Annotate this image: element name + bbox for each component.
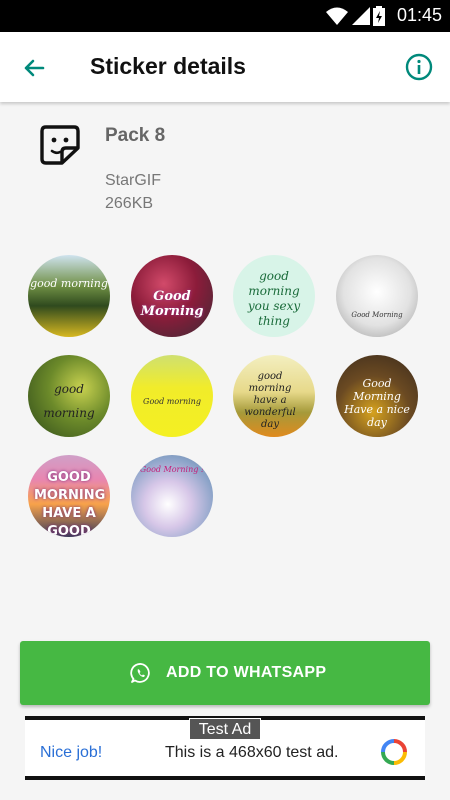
add-to-whatsapp-label: ADD TO WHATSAPP [166, 664, 327, 681]
sticker-9[interactable]: GOOD MORNING HAVE A GOOD DAY [28, 455, 110, 537]
pack-publisher: StarGIF [105, 172, 162, 189]
wifi-icon [326, 7, 348, 25]
sticker-4[interactable]: Good Morning [336, 255, 418, 337]
page-title: Sticker details [90, 53, 246, 79]
back-arrow-icon[interactable] [18, 52, 50, 84]
sticker-caption: GOOD MORNING HAVE A GOOD DAY [34, 470, 106, 537]
sticker-caption: good morning you sexy thing [247, 269, 301, 328]
ad-text: This is a 468x60 test ad. [165, 744, 339, 761]
sticker-pack-icon [40, 125, 80, 165]
sticker-10[interactable]: Good Morning ! [131, 455, 213, 537]
sticker-1[interactable]: good morning [28, 255, 110, 337]
whatsapp-icon [130, 663, 150, 683]
sticker-6[interactable]: Good morning [131, 355, 213, 437]
ad-logo-icon [381, 739, 407, 765]
sticker-3[interactable]: good morning you sexy thing [233, 255, 315, 337]
pack-size: 266KB [105, 195, 154, 212]
pack-name: Pack 8 [105, 125, 166, 146]
info-icon[interactable] [404, 52, 434, 82]
sticker-caption: Good Morning ! [139, 465, 205, 474]
add-to-whatsapp-button[interactable]: ADD TO WHATSAPP [20, 641, 430, 705]
sticker-5[interactable]: good morning [28, 355, 110, 437]
sticker-8[interactable]: Good Morning Have a nice day [336, 355, 418, 437]
ad-banner[interactable]: Test Ad Nice job! This is a 468x60 test … [25, 716, 425, 780]
app-bar: Sticker details [0, 32, 450, 102]
sticker-7[interactable]: good morning have a wonderful day [233, 355, 315, 437]
signal-icon [352, 7, 370, 25]
sticker-caption: good morning [30, 277, 108, 290]
battery-icon [373, 6, 385, 26]
sticker-caption: Good Morning [351, 311, 403, 319]
sticker-caption: Good morning [143, 397, 201, 406]
clock: 01:45 [396, 5, 442, 25]
test-ad-tag: Test Ad [189, 718, 261, 740]
ad-headline: Nice job! [40, 744, 103, 761]
sticker-caption: good morning [43, 382, 95, 420]
status-bar: 01:45 [0, 0, 450, 32]
sticker-caption: Good Morning [140, 289, 204, 319]
sticker-2[interactable]: Good Morning [131, 255, 213, 337]
sticker-caption: Good Morning Have a nice day [344, 377, 410, 429]
pack-info: Pack 8 StarGIF 266KB [0, 102, 450, 232]
sticker-caption: good morning have a wonderful day [244, 371, 296, 430]
